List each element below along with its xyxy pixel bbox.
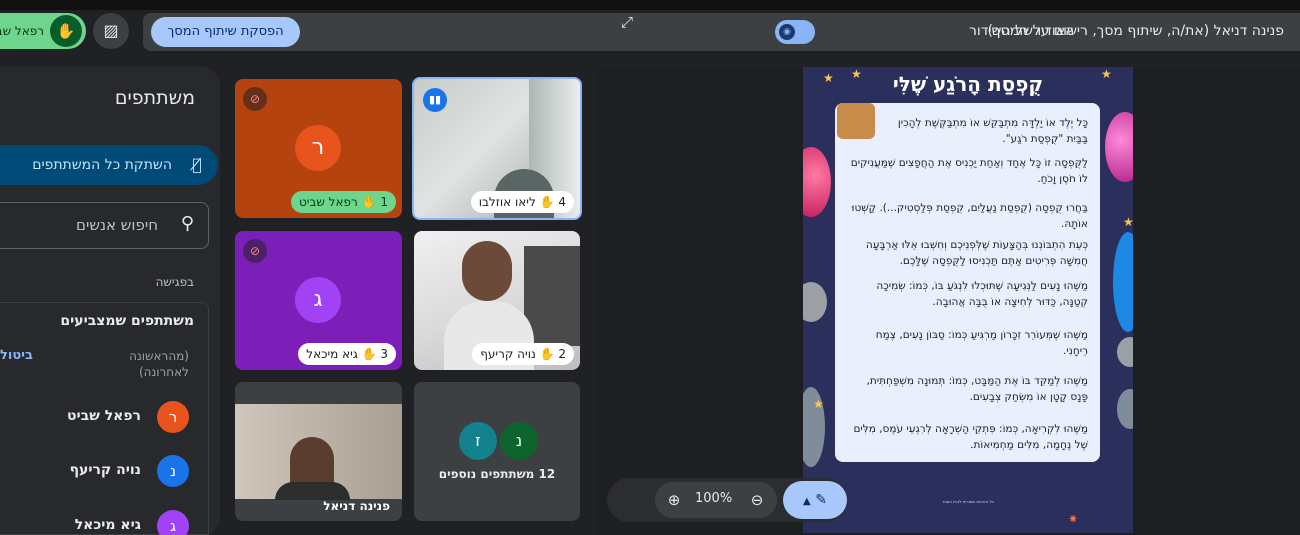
shared-slide: ★ ★ ★ ★ ★ ✷ קֻפְסַת הָרֹגַע שֶׁלִּי כָּל… — [803, 67, 1133, 533]
asteroid-decoration — [1117, 337, 1133, 367]
mute-all-label: השתקת כל המשתתפים — [32, 157, 172, 173]
self-view-tile[interactable]: פנינה דניאל — [235, 382, 402, 521]
name-tag: 3 ✋ גיא מיכאל — [298, 343, 396, 365]
in-meeting-label: בפגישה — [155, 275, 194, 289]
slide-paragraph: כָּל יֶלֶד אוֹ יַלְדָּה מִתְבַּקֵּשׁ אוֹ… — [897, 117, 1088, 145]
avatar: נ — [500, 422, 538, 460]
participant-tile-refael[interactable]: ⊘ ר 1 ✋ רפאל שביט — [235, 79, 402, 218]
hand-order: 4 — [558, 195, 566, 209]
self-name: פנינה דניאל — [323, 499, 390, 513]
broadcast-audio-toggle[interactable]: ◉ — [775, 20, 815, 44]
search-icon: ⚲ — [180, 213, 194, 234]
hide-self-view-button[interactable]: ▨ — [93, 13, 129, 49]
zoom-in-button[interactable]: ⊕ — [657, 483, 691, 517]
raise-hand-icon: ✋ — [50, 15, 82, 47]
person-head — [462, 241, 512, 301]
hand-order: 1 — [380, 195, 388, 209]
pen-icon: ✎ — [815, 492, 827, 508]
treasure-chest-icon — [837, 103, 875, 139]
avatar: נ — [157, 455, 189, 487]
annotation-button[interactable]: ▲ ✎ — [783, 481, 847, 519]
participant-tile-guy[interactable]: ⊘ ג 3 ✋ גיא מיכאל — [235, 231, 402, 370]
participant-name: רפאל שביט — [67, 408, 141, 424]
participant-row[interactable]: ר רפאל שביט — [0, 398, 205, 438]
sort-order-label: (מהראשונה לאחרונה) — [129, 349, 189, 379]
slide-paragraph: כְּעֵת הִתְבּוֹנְנוּ בְּהַצָּעוֹת שֶׁלְּ… — [865, 239, 1088, 267]
fullscreen-icon: ⤢ — [620, 13, 633, 31]
raised-hands-title: משתתפים שמצביעים — [60, 313, 194, 329]
lower-all-hands-button[interactable]: ביטול — [0, 348, 33, 363]
planet-decoration — [1113, 232, 1133, 332]
slide-footer: כל הזכויות שמורות לבית הספר — [942, 499, 994, 504]
participant-row[interactable]: ג גיא מיכאל — [0, 507, 205, 535]
broadcast-audio-label: האודיו של השידור — [969, 23, 1075, 39]
mute-all-button[interactable]: השתקת כל המשתתפים 🎙̸ — [0, 145, 218, 185]
window-top-strip — [0, 0, 1300, 10]
participant-tile-noya[interactable]: 2 ✋ נויה קריעף — [414, 231, 580, 370]
participant-name: רפאל שביט — [298, 195, 358, 209]
slide-paragraph: מַשֶּׁהוּ שֶׁמְּעוֹרֵר זִכָּרוֹן מַרְגִּ… — [875, 329, 1088, 357]
participant-row[interactable]: נ נויה קריעף — [0, 452, 205, 492]
name-tag: 1 ✋ רפאל שביט — [290, 191, 396, 213]
slide-paragraph: לַקֻּפְסָה זוֹ כָּל אֶחָד וְאַחַת יַכְנִ… — [850, 157, 1088, 185]
panel-title: משתתפים — [114, 87, 195, 109]
participant-name: נויה קריעף — [480, 347, 536, 361]
search-people-input[interactable]: חיפוש אנשים ⚲ — [0, 202, 209, 249]
participant-name: גיא מיכאל — [74, 517, 141, 533]
slide-paragraph: מַשֶּׁהוּ לִקְרִיאָה, כְּמוֹ: פִּתְקֵי ה… — [853, 423, 1088, 451]
search-placeholder: חיפוש אנשים — [76, 216, 158, 234]
zoom-out-icon: ⊖ — [750, 491, 764, 509]
avatar: ר — [157, 401, 189, 433]
planet-decoration — [1105, 112, 1133, 182]
mic-off-icon: ⊘ — [243, 239, 267, 263]
participant-name: נויה קריעף — [69, 462, 141, 478]
star-decoration: ★ — [1123, 215, 1133, 229]
asteroid-decoration — [803, 282, 827, 322]
fullscreen-button[interactable]: ⤢ — [610, 5, 644, 39]
raised-hand-indicator[interactable]: רפאל שב ✋ — [0, 13, 86, 49]
participant-name: ליאו אוזלבו — [478, 195, 536, 209]
slide-paragraph: מַשֶּׁהוּ נָעִים לַנְּגִיעָה שֶׁתּוּכְלו… — [876, 280, 1088, 308]
avatar: ג — [157, 510, 189, 535]
speaking-icon: ▮▮ — [423, 88, 447, 112]
audio-icon: ◉ — [779, 24, 795, 40]
zoom-percentage: 100% — [695, 491, 733, 506]
hand-order: 2 — [558, 347, 566, 361]
slide-paragraph: בַּחֲרוּ קֻפְסָה (קֻפְסַת נַעֲלַיִם, קֻפ… — [851, 202, 1088, 230]
mic-off-icon: 🎙̸ — [192, 155, 202, 174]
hand-order: 3 — [380, 347, 388, 361]
more-participants-label: 12 משתתפים נוספים — [438, 467, 556, 481]
star-decoration: ★ — [813, 397, 824, 411]
asteroid-decoration — [1117, 389, 1133, 429]
zoom-in-icon: ⊕ — [667, 491, 681, 509]
participant-tile-leo[interactable]: ▮▮ 4 ✋ ליאו אוזלבו — [412, 77, 582, 220]
name-tag: 2 ✋ נויה קריעף — [472, 343, 574, 365]
mic-off-icon: ⊘ — [243, 87, 267, 111]
participant-name: גיא מיכאל — [306, 347, 358, 361]
slide-title: קֻפְסַת הָרֹגַע שֶׁלִּי — [892, 72, 1044, 96]
meet-window: רפאל שב ✋ ▨ פנינה דניאל (את/ה, שיתוף מסך… — [0, 0, 1300, 535]
sharing-bar: פנינה דניאל (את/ה, שיתוף מסך, רישום על ה… — [143, 13, 1300, 51]
avatar: ר — [295, 125, 341, 171]
avatar: ז — [459, 422, 497, 460]
hide-video-icon: ▨ — [103, 21, 119, 40]
slide-content-card: כָּל יֶלֶד אוֹ יַלְדָּה מִתְבַּקֵּשׁ אוֹ… — [835, 103, 1100, 462]
name-tag: 4 ✋ ליאו אוזלבו — [470, 191, 574, 213]
more-participants-tile[interactable]: נ ז 12 משתתפים נוספים — [414, 382, 580, 521]
raised-hand-name: רפאל שב — [0, 24, 44, 38]
chevron-up-icon: ▲ — [803, 496, 811, 507]
zoom-out-button[interactable]: ⊖ — [740, 483, 774, 517]
stop-sharing-button[interactable]: הפסקת שיתוף המסך — [151, 17, 300, 47]
star-decoration: ✷ — [1068, 512, 1079, 526]
slide-paragraph: מַשֶּׁהוּ לְמַקֵּד בּוֹ אֶת הַמַּבָּט, כ… — [866, 375, 1088, 403]
avatar: ג — [295, 277, 341, 323]
planet-decoration — [803, 147, 831, 217]
person-body — [275, 482, 350, 500]
